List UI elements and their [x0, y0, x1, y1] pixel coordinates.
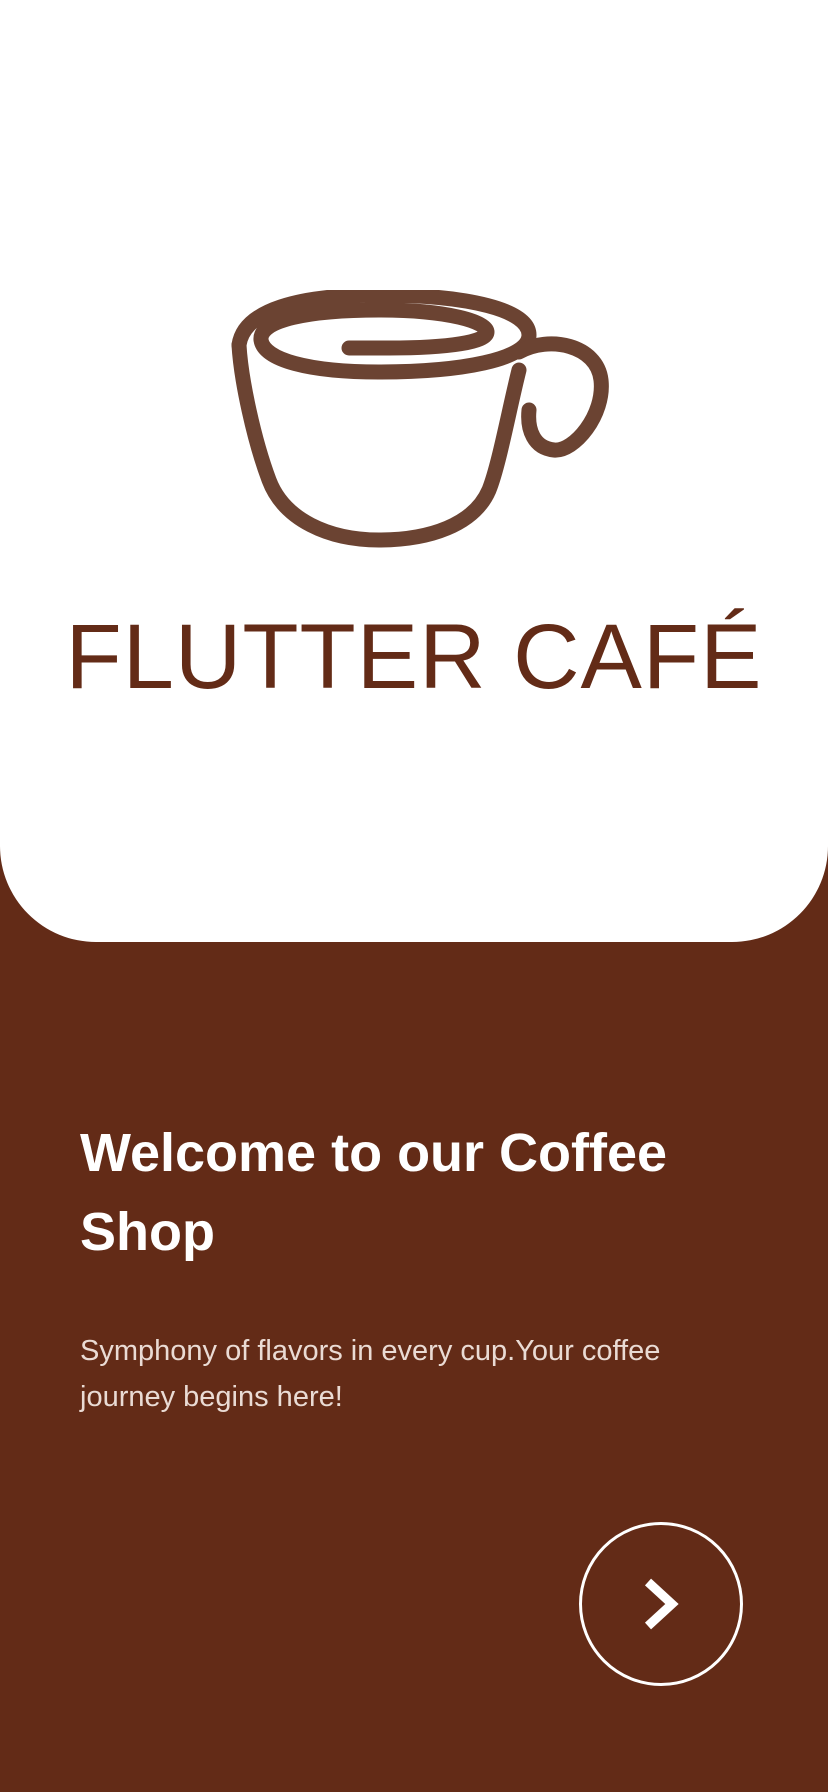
brand-title: FLUTTER CAFÉ [65, 606, 763, 708]
coffee-cup-icon [231, 290, 609, 548]
next-button[interactable] [579, 1522, 743, 1686]
header-card: FLUTTER CAFÉ [0, 0, 828, 942]
welcome-heading: Welcome to our Coffee Shop [80, 1123, 668, 1262]
welcome-description: Symphony of flavors in every cup.Your co… [80, 1335, 661, 1413]
chevron-right-icon [644, 1578, 679, 1630]
